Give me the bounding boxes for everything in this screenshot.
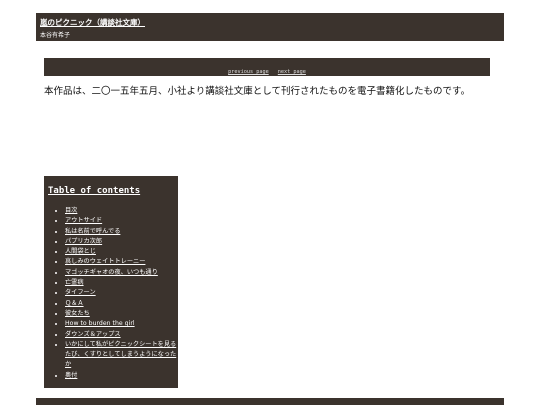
toc-item: ダウンズ＆アップス <box>65 330 177 340</box>
toc-item: How to burden the girl <box>65 319 177 329</box>
toc-item: 奥付 <box>65 371 177 381</box>
book-title-link[interactable]: 嵐のピクニック（講談社文庫） <box>40 17 145 28</box>
toc-link-chapter[interactable]: マゴッチギャオの夜、いつも通り <box>65 269 158 276</box>
book-header: 嵐のピクニック（講談社文庫） 本谷有希子 <box>36 13 504 41</box>
toc-item: Ｑ＆Ａ <box>65 299 177 309</box>
toc-link-chapter[interactable]: 哀しみのウェイトトレーニー <box>65 258 145 265</box>
table-of-contents: Table of contents 目次 アウトサイド 私は名前で呼んでる パプ… <box>44 176 178 388</box>
toc-link-contents[interactable]: 目次 <box>65 207 77 214</box>
toc-item: 哀しみのウェイトトレーニー <box>65 257 177 267</box>
previous-page-link[interactable]: previous page <box>228 69 269 75</box>
toc-link-outside[interactable]: アウトサイド <box>65 217 102 224</box>
toc-item: アウトサイド <box>65 216 177 226</box>
book-author: 本谷有希子 <box>40 32 71 39</box>
page-footer <box>36 398 504 405</box>
toc-link-chapter[interactable]: 亡霊病 <box>65 279 84 286</box>
toc-link-chapter[interactable]: タイフーン <box>65 289 96 296</box>
toc-item: 私は名前で呼んでる <box>65 227 177 237</box>
toc-item: 人間袋とじ <box>65 247 177 257</box>
toc-title: Table of contents <box>48 186 141 196</box>
toc-link-chapter[interactable]: 人間袋とじ <box>65 248 96 255</box>
page-content: 本作品は、二〇一五年五月、小社より講談社文庫として刊行されたものを電子書籍化した… <box>44 86 471 97</box>
toc-link-chapter[interactable]: How to burden the girl <box>65 320 135 327</box>
toc-link-chapter[interactable]: ダウンズ＆アップス <box>65 331 121 338</box>
toc-list: 目次 アウトサイド 私は名前で呼んでる パプリカ次郎 人間袋とじ 哀しみのウェイ… <box>54 206 177 381</box>
toc-link-chapter[interactable]: いかにして私がピクニックシートを見るたび、くすりとしてしまうようになったか <box>65 341 176 369</box>
toc-link-chapter[interactable]: パプリカ次郎 <box>65 238 102 245</box>
page-navigation: previous page next page <box>44 58 490 76</box>
toc-item: 彼女たち <box>65 309 177 319</box>
toc-link-colophon[interactable]: 奥付 <box>65 372 77 379</box>
toc-item: マゴッチギャオの夜、いつも通り <box>65 268 177 278</box>
toc-item: タイフーン <box>65 288 177 298</box>
toc-item: 目次 <box>65 206 177 216</box>
toc-link-chapter[interactable]: 彼女たち <box>65 310 90 317</box>
toc-item: 亡霊病 <box>65 278 177 288</box>
toc-item: いかにして私がピクニックシートを見るたび、くすりとしてしまうようになったか <box>65 340 177 371</box>
toc-item: パプリカ次郎 <box>65 237 177 247</box>
next-page-link[interactable]: next page <box>278 69 306 75</box>
toc-link-chapter[interactable]: 私は名前で呼んでる <box>65 228 120 235</box>
toc-link-chapter[interactable]: Ｑ＆Ａ <box>65 300 84 307</box>
